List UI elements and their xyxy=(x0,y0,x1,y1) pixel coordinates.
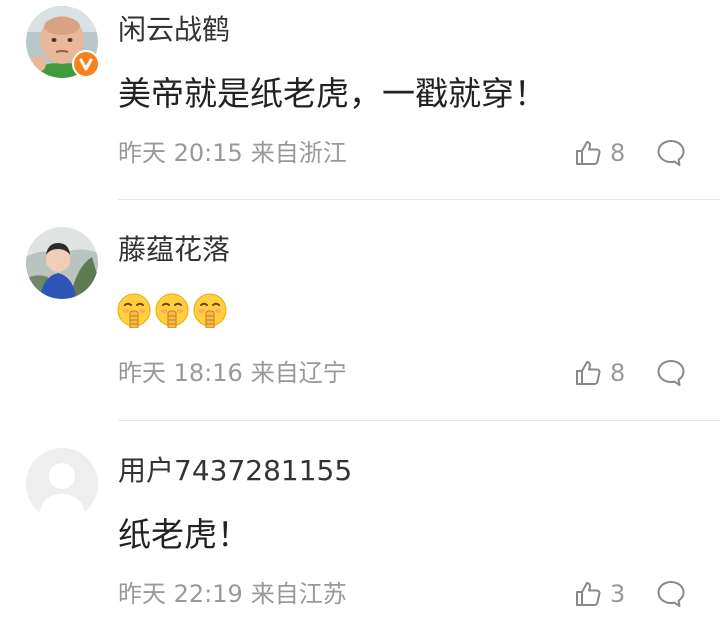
reply-button[interactable] xyxy=(656,579,686,609)
like-count: 8 xyxy=(610,359,626,387)
comment-meta: 昨天 20:15 来自浙江 xyxy=(118,137,347,169)
comment-bubble-icon xyxy=(657,360,685,386)
comment-text: 美帝就是纸老虎，一戳就穿！ xyxy=(118,74,547,113)
like-button[interactable]: 8 xyxy=(574,137,625,169)
comment-location: 来自江苏 xyxy=(250,580,347,608)
comment-item: 用户7437281155 纸老虎！ 昨天 22:19 来自江苏 3 xyxy=(0,421,720,623)
comment-time: 昨天 22:19 xyxy=(118,580,243,608)
like-count: 8 xyxy=(610,139,626,167)
comment-location: 来自辽宁 xyxy=(250,359,347,387)
shush-emoji-icon xyxy=(192,292,228,328)
like-button[interactable]: 8 xyxy=(574,357,625,389)
reply-button[interactable] xyxy=(656,138,686,168)
comment-item: 闲云战鹤 美帝就是纸老虎，一戳就穿！ 昨天 20:15 来自浙江 8 xyxy=(0,0,720,200)
comment-location: 来自浙江 xyxy=(250,139,347,167)
reply-button[interactable] xyxy=(656,358,686,388)
thumbs-up-icon xyxy=(576,361,601,385)
thumbs-up-icon xyxy=(576,141,601,165)
comment-meta: 昨天 18:16 来自辽宁 xyxy=(118,357,347,389)
like-button[interactable]: 3 xyxy=(574,578,625,610)
default-avatar-icon xyxy=(26,448,98,520)
emoji-row xyxy=(116,292,228,328)
child-avatar-image xyxy=(26,227,98,299)
avatar[interactable] xyxy=(26,448,98,520)
comment-text: 纸老虎！ xyxy=(118,515,250,554)
username[interactable]: 藤蕴花落 xyxy=(118,232,230,268)
like-count: 3 xyxy=(610,580,626,608)
shush-emoji-icon xyxy=(116,292,152,328)
thumbs-up-icon xyxy=(576,582,601,606)
username[interactable]: 闲云战鹤 xyxy=(118,12,230,48)
shush-emoji-icon xyxy=(154,292,190,328)
comment-bubble-icon xyxy=(657,581,685,607)
comment-item: 藤蕴花落 昨天 18:16 来自辽宁 8 xyxy=(0,200,720,421)
avatar[interactable] xyxy=(26,227,98,299)
comment-time: 昨天 18:16 xyxy=(118,359,243,387)
comment-time: 昨天 20:15 xyxy=(118,139,243,167)
username[interactable]: 用户7437281155 xyxy=(118,453,352,489)
comment-meta: 昨天 22:19 来自江苏 xyxy=(118,578,347,610)
verified-badge-icon xyxy=(72,50,100,78)
comment-bubble-icon xyxy=(657,140,685,166)
